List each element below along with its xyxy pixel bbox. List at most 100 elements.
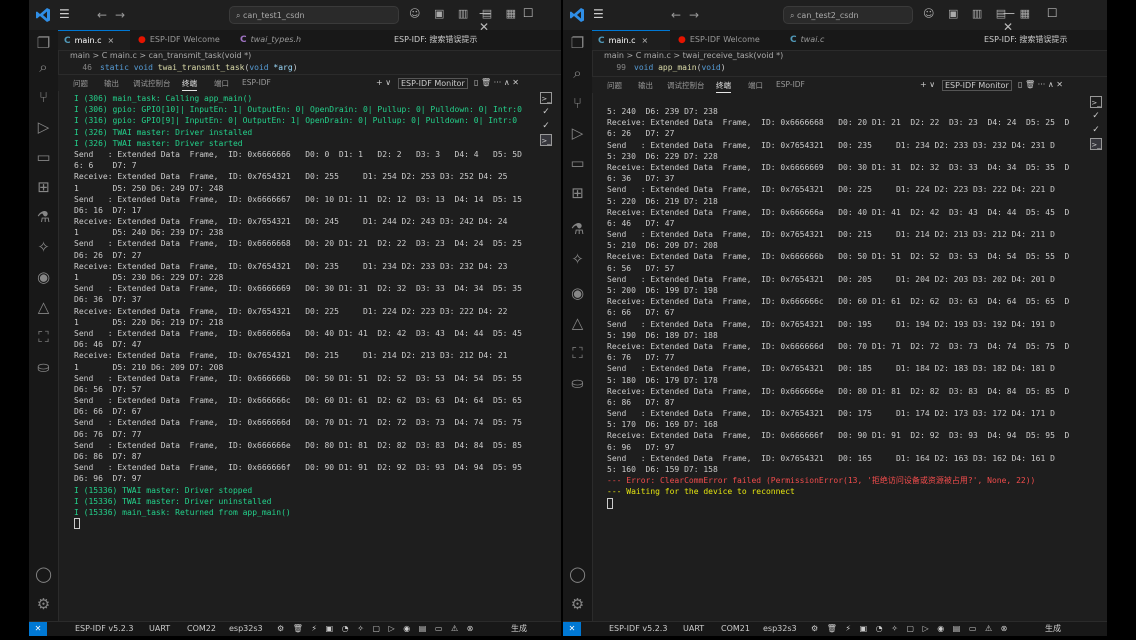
run-debug-icon[interactable]: ▷ <box>34 118 53 137</box>
esp-idf-icon[interactable]: ◉ <box>34 268 53 287</box>
status-target[interactable]: esp32s3 <box>763 622 797 635</box>
tab-twai-c[interactable]: Ctwai.c <box>784 30 864 50</box>
terminal-instance-icon[interactable]: >_ <box>1090 96 1102 108</box>
menu-icon[interactable]: ☰ <box>593 7 604 21</box>
run-debug-icon[interactable]: ▷ <box>568 124 587 143</box>
status-build[interactable]: 生成 <box>1045 622 1061 635</box>
platform-icon[interactable]: ⛶ <box>568 344 587 363</box>
terminal-instance-icon[interactable]: >_ <box>540 92 552 104</box>
breadcrumb-separator: > <box>673 51 681 60</box>
code-line[interactable]: 46 static void twai_transmit_task(void *a… <box>58 62 561 74</box>
esp-idf-search-error[interactable]: ESP-IDF: 搜索错误提示 <box>394 34 477 45</box>
terminal-instance-icon[interactable]: >_ <box>1090 138 1102 150</box>
panel-tab-esp-idf[interactable]: ESP-IDF <box>776 80 805 89</box>
esp-idf-search-error[interactable]: ESP-IDF: 搜索错误提示 <box>984 34 1067 45</box>
panel-tab-ports[interactable]: 端口 <box>214 78 229 89</box>
panel-tab-terminal[interactable]: 终端 <box>716 80 731 93</box>
status-target[interactable]: esp32s3 <box>229 622 263 635</box>
terminal-output[interactable]: I (306) main_task: Calling app_main() I (… <box>74 93 561 533</box>
panel-tab-ports[interactable]: 端口 <box>748 80 763 91</box>
menu-icon[interactable]: ☰ <box>59 7 70 21</box>
code-line[interactable]: 99 void app_main(void) <box>592 62 1107 72</box>
check-icon[interactable]: ✓ <box>540 106 552 118</box>
tab-main-c[interactable]: Cmain.c × <box>592 30 670 50</box>
breadcrumb-item[interactable]: C main.c <box>636 51 671 60</box>
account-icon[interactable]: ◯ <box>568 565 587 584</box>
status-uart[interactable]: UART <box>149 622 170 635</box>
esp-idf-monitor-terminal[interactable]: ESP-IDF Monitor <box>942 80 1012 91</box>
testing-icon[interactable]: ⚗ <box>568 220 587 239</box>
status-action-icons[interactable]: ⚙ 🗑 ⚡ ▣ ◔ ✧ ▢ ▷ ◉ ▤ ▭ ⚠ ⊗ <box>811 622 1010 635</box>
status-uart[interactable]: UART <box>683 622 704 635</box>
status-esp-idf-version[interactable]: ESP-IDF v5.2.3 <box>609 622 667 635</box>
tab-esp-idf-welcome[interactable]: ● ESP-IDF Welcome <box>132 30 232 50</box>
panel-tab-terminal[interactable]: 终端 <box>182 78 197 91</box>
explorer-icon[interactable]: ❐ <box>34 34 53 53</box>
new-terminal-button[interactable]: + ∨ <box>376 78 391 87</box>
platform-icon[interactable]: ⛶ <box>34 328 53 347</box>
search-icon[interactable]: ⌕ <box>34 58 53 77</box>
python-icon[interactable]: ⛀ <box>568 374 587 393</box>
esp-idf-icon[interactable]: ◉ <box>568 284 587 303</box>
breadcrumb-item[interactable]: can_transmit_task(void *) <box>149 51 252 60</box>
status-action-icons[interactable]: ⚙ 🗑 ⚡ ▣ ◔ ✧ ▢ ▷ ◉ ▤ ▭ ⚠ ⊗ <box>277 622 476 635</box>
esp-idf-explorer-icon[interactable]: ✧ <box>568 250 587 269</box>
nav-forward-icon[interactable]: → <box>689 8 699 22</box>
tab-twai-types-h[interactable]: Ctwai_types.h <box>234 30 324 50</box>
remote-explorer-icon[interactable]: ▭ <box>34 148 53 167</box>
manage-gear-icon[interactable]: ⚙ <box>568 595 587 614</box>
new-terminal-button[interactable]: + ∨ <box>920 80 935 89</box>
panel-tools[interactable]: ▯ 🗑 ··· ∧ ✕ <box>1018 80 1063 89</box>
check-icon[interactable]: ✓ <box>1090 110 1102 122</box>
extensions-icon[interactable]: ⊞ <box>568 184 587 203</box>
check-icon[interactable]: ✓ <box>540 120 552 132</box>
breadcrumb-item[interactable]: C main.c <box>102 51 137 60</box>
cmake-icon[interactable]: △ <box>568 314 587 333</box>
terminal-output[interactable]: 5: 240 D6: 239 D7: 238 Receive: Extended … <box>607 106 1085 516</box>
command-center-search[interactable]: ⌕ can_test1_csdn <box>229 6 399 24</box>
panel-tab-debug-console[interactable]: 调试控制台 <box>667 80 705 91</box>
panel-tab-problems[interactable]: 问题 <box>73 78 88 89</box>
remote-indicator[interactable]: ✕ <box>563 622 581 636</box>
python-icon[interactable]: ⛀ <box>34 358 53 377</box>
breadcrumb-item[interactable]: main <box>70 51 90 60</box>
terminal-instance-icon[interactable]: >_ <box>540 134 552 146</box>
nav-back-icon[interactable]: ← <box>671 8 681 22</box>
breadcrumb-item[interactable]: main <box>604 51 624 60</box>
panel-tab-problems[interactable]: 问题 <box>607 80 622 91</box>
status-com-port[interactable]: COM22 <box>187 622 216 635</box>
manage-gear-icon[interactable]: ⚙ <box>34 595 53 614</box>
testing-icon[interactable]: ⚗ <box>34 208 53 227</box>
nav-back-icon[interactable]: ← <box>97 8 107 22</box>
search-icon[interactable]: ⌕ <box>568 64 587 83</box>
panel-tab-output[interactable]: 输出 <box>104 78 119 89</box>
explorer-icon[interactable]: ❐ <box>568 34 587 53</box>
source-control-icon[interactable]: ⑂ <box>568 94 587 113</box>
tab-esp-idf-welcome[interactable]: ● ESP-IDF Welcome <box>672 30 782 50</box>
remote-indicator[interactable]: ✕ <box>29 622 47 636</box>
status-build[interactable]: 生成 <box>511 622 527 635</box>
panel-tools[interactable]: ▯ 🗑 ··· ∧ ✕ <box>474 78 519 87</box>
close-icon[interactable]: × <box>642 36 649 45</box>
panel-tab-debug-console[interactable]: 调试控制台 <box>133 78 171 89</box>
esp-idf-explorer-icon[interactable]: ✧ <box>34 238 53 257</box>
remote-explorer-icon[interactable]: ▭ <box>568 154 587 173</box>
source-control-icon[interactable]: ⑂ <box>34 88 53 107</box>
nav-forward-icon[interactable]: → <box>115 8 125 22</box>
command-center-search[interactable]: ⌕ can_test2_csdn <box>783 6 913 24</box>
status-com-port[interactable]: COM21 <box>721 622 750 635</box>
status-esp-idf-version[interactable]: ESP-IDF v5.2.3 <box>75 622 133 635</box>
panel-header: 问题 输出 调试控制台 终端 端口 ESP-IDF + ∨ ESP-IDF Mo… <box>592 76 1107 93</box>
breadcrumb-item[interactable]: twai_receive_task(void *) <box>683 51 784 60</box>
cmake-icon[interactable]: △ <box>34 298 53 317</box>
terminal-line: Receive: Extended Data Frame, ID: 0x7654… <box>74 306 508 316</box>
check-icon[interactable]: ✓ <box>1090 124 1102 136</box>
terminal-line: Receive: Extended Data Frame, ID: 0x7654… <box>74 261 508 271</box>
extensions-icon[interactable]: ⊞ <box>34 178 53 197</box>
close-icon[interactable]: × <box>108 36 115 45</box>
tab-main-c[interactable]: Cmain.c × <box>58 30 130 50</box>
account-icon[interactable]: ◯ <box>34 565 53 584</box>
esp-idf-monitor-terminal[interactable]: ESP-IDF Monitor <box>398 78 468 89</box>
panel-tab-output[interactable]: 输出 <box>638 80 653 91</box>
panel-tab-esp-idf[interactable]: ESP-IDF <box>242 78 271 87</box>
